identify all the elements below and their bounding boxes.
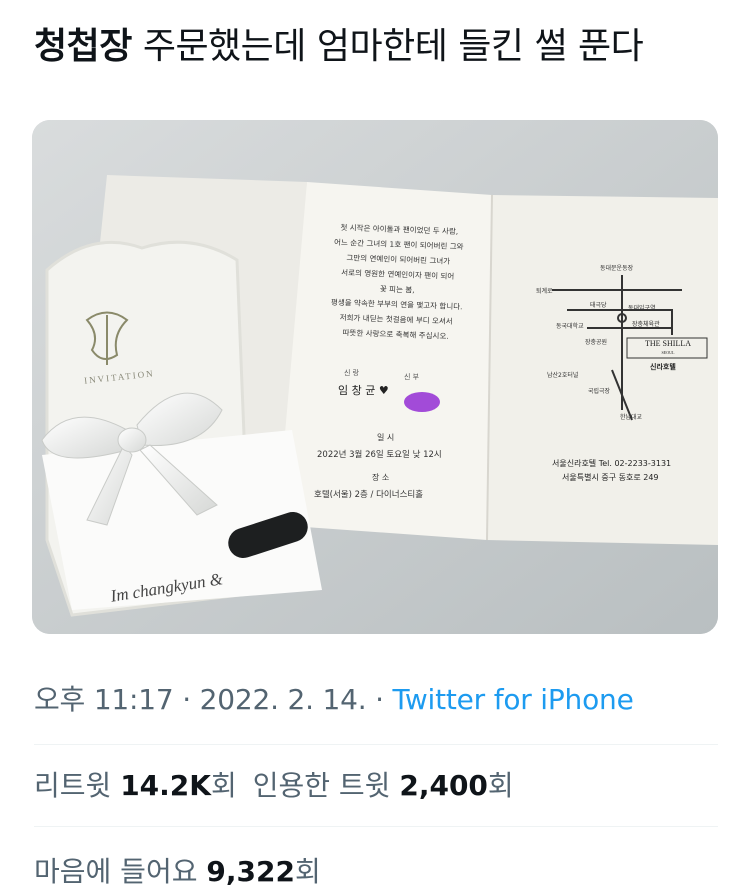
- retweets-count: 14.2K: [120, 769, 211, 802]
- place-text: 호텔(서울) 2층 / 다이너스티홀: [314, 490, 424, 500]
- quotes-label: 인용한 트윗: [252, 769, 391, 802]
- hotel-logo-sub: SEOUL: [661, 350, 675, 355]
- invitation-right-page: [487, 195, 718, 545]
- likes-stats-row: 마음에 들어요 9,322회: [34, 850, 321, 890]
- likes-unit: 회: [294, 855, 321, 888]
- groom-name: 임 창 균 ♥: [338, 382, 389, 398]
- tweet-photo[interactable]: INVITATION Im changkyun & 첫 시작은 아이돌과 팬이었…: [32, 120, 718, 634]
- map-label: 국립극장: [588, 388, 611, 395]
- map-label: 동대문운동장: [600, 265, 634, 272]
- tweet-meta: 오후 11:17 · 2022. 2. 14. · Twitter for iP…: [34, 678, 634, 718]
- hotel-address: 서울특별시 중구 동호로 249: [562, 473, 659, 482]
- hotel-logo: THE SHILLA SEOUL: [630, 339, 706, 357]
- map-label: 장충체육관: [632, 321, 660, 328]
- tweet-time: 오후 11:17: [34, 683, 174, 716]
- map-label: 태극당: [590, 302, 607, 309]
- quotes-link[interactable]: 인용한 트윗 2,400회: [253, 769, 514, 802]
- meta-separator: ·: [173, 683, 200, 716]
- tweet-source-link[interactable]: Twitter for iPhone: [393, 683, 634, 716]
- hotel-korean: 신라호텔: [650, 363, 676, 371]
- likes-count: 9,322: [206, 855, 295, 888]
- meta-separator: ·: [366, 683, 393, 716]
- hotel-logo-text: THE SHILLA: [645, 339, 691, 348]
- map-label: 동대입구역: [628, 305, 656, 312]
- map-label: 퇴계로: [536, 288, 553, 295]
- map-label: 장충공원: [585, 339, 608, 346]
- quotes-unit: 회: [487, 769, 514, 802]
- redacted-name-blot: [404, 392, 440, 412]
- map-label: 남산2호터널: [547, 372, 579, 379]
- bride-label: 신 부: [404, 373, 420, 381]
- tweet-title-bold: 청첩장: [34, 26, 132, 67]
- date-text: 2022년 3월 26일 토요일 낮 12시: [317, 450, 442, 460]
- map-label: 한남대교: [620, 414, 643, 421]
- divider: [34, 826, 718, 827]
- likes-link[interactable]: 마음에 들어요 9,322회: [34, 855, 321, 888]
- place-label: 장 소: [372, 473, 390, 482]
- date-label: 일 시: [377, 433, 395, 442]
- quotes-count: 2,400: [399, 769, 488, 802]
- tweet-title: 청첩장 주문했는데 엄마한테 들킨 썰 푼다: [34, 22, 724, 72]
- invitation-poem: 첫 시작은 아이돌과 팬이었던 두 사람, 어느 순간 그녀의 1호 팬이 되어…: [308, 219, 487, 345]
- heart-icon: ♥: [378, 384, 389, 397]
- map-label: 동국대학교: [556, 323, 584, 330]
- tweet-title-rest: 주문했는데 엄마한테 들킨 썰 푼다: [131, 26, 644, 67]
- retweets-link[interactable]: 리트윗 14.2K회: [34, 769, 237, 802]
- tweet-date: 2022. 2. 14.: [199, 683, 367, 716]
- likes-label: 마음에 들어요: [34, 855, 198, 888]
- groom-label: 신 랑: [344, 369, 360, 377]
- retweet-stats-row: 리트윗 14.2K회 인용한 트윗 2,400회: [34, 764, 514, 804]
- groom-name-text: 임 창 균: [338, 384, 376, 397]
- retweets-unit: 회: [210, 769, 237, 802]
- hotel-contact: 서울신라호텔 Tel. 02-2233-3131: [552, 459, 672, 468]
- retweets-label: 리트윗: [34, 769, 112, 802]
- divider: [34, 744, 718, 745]
